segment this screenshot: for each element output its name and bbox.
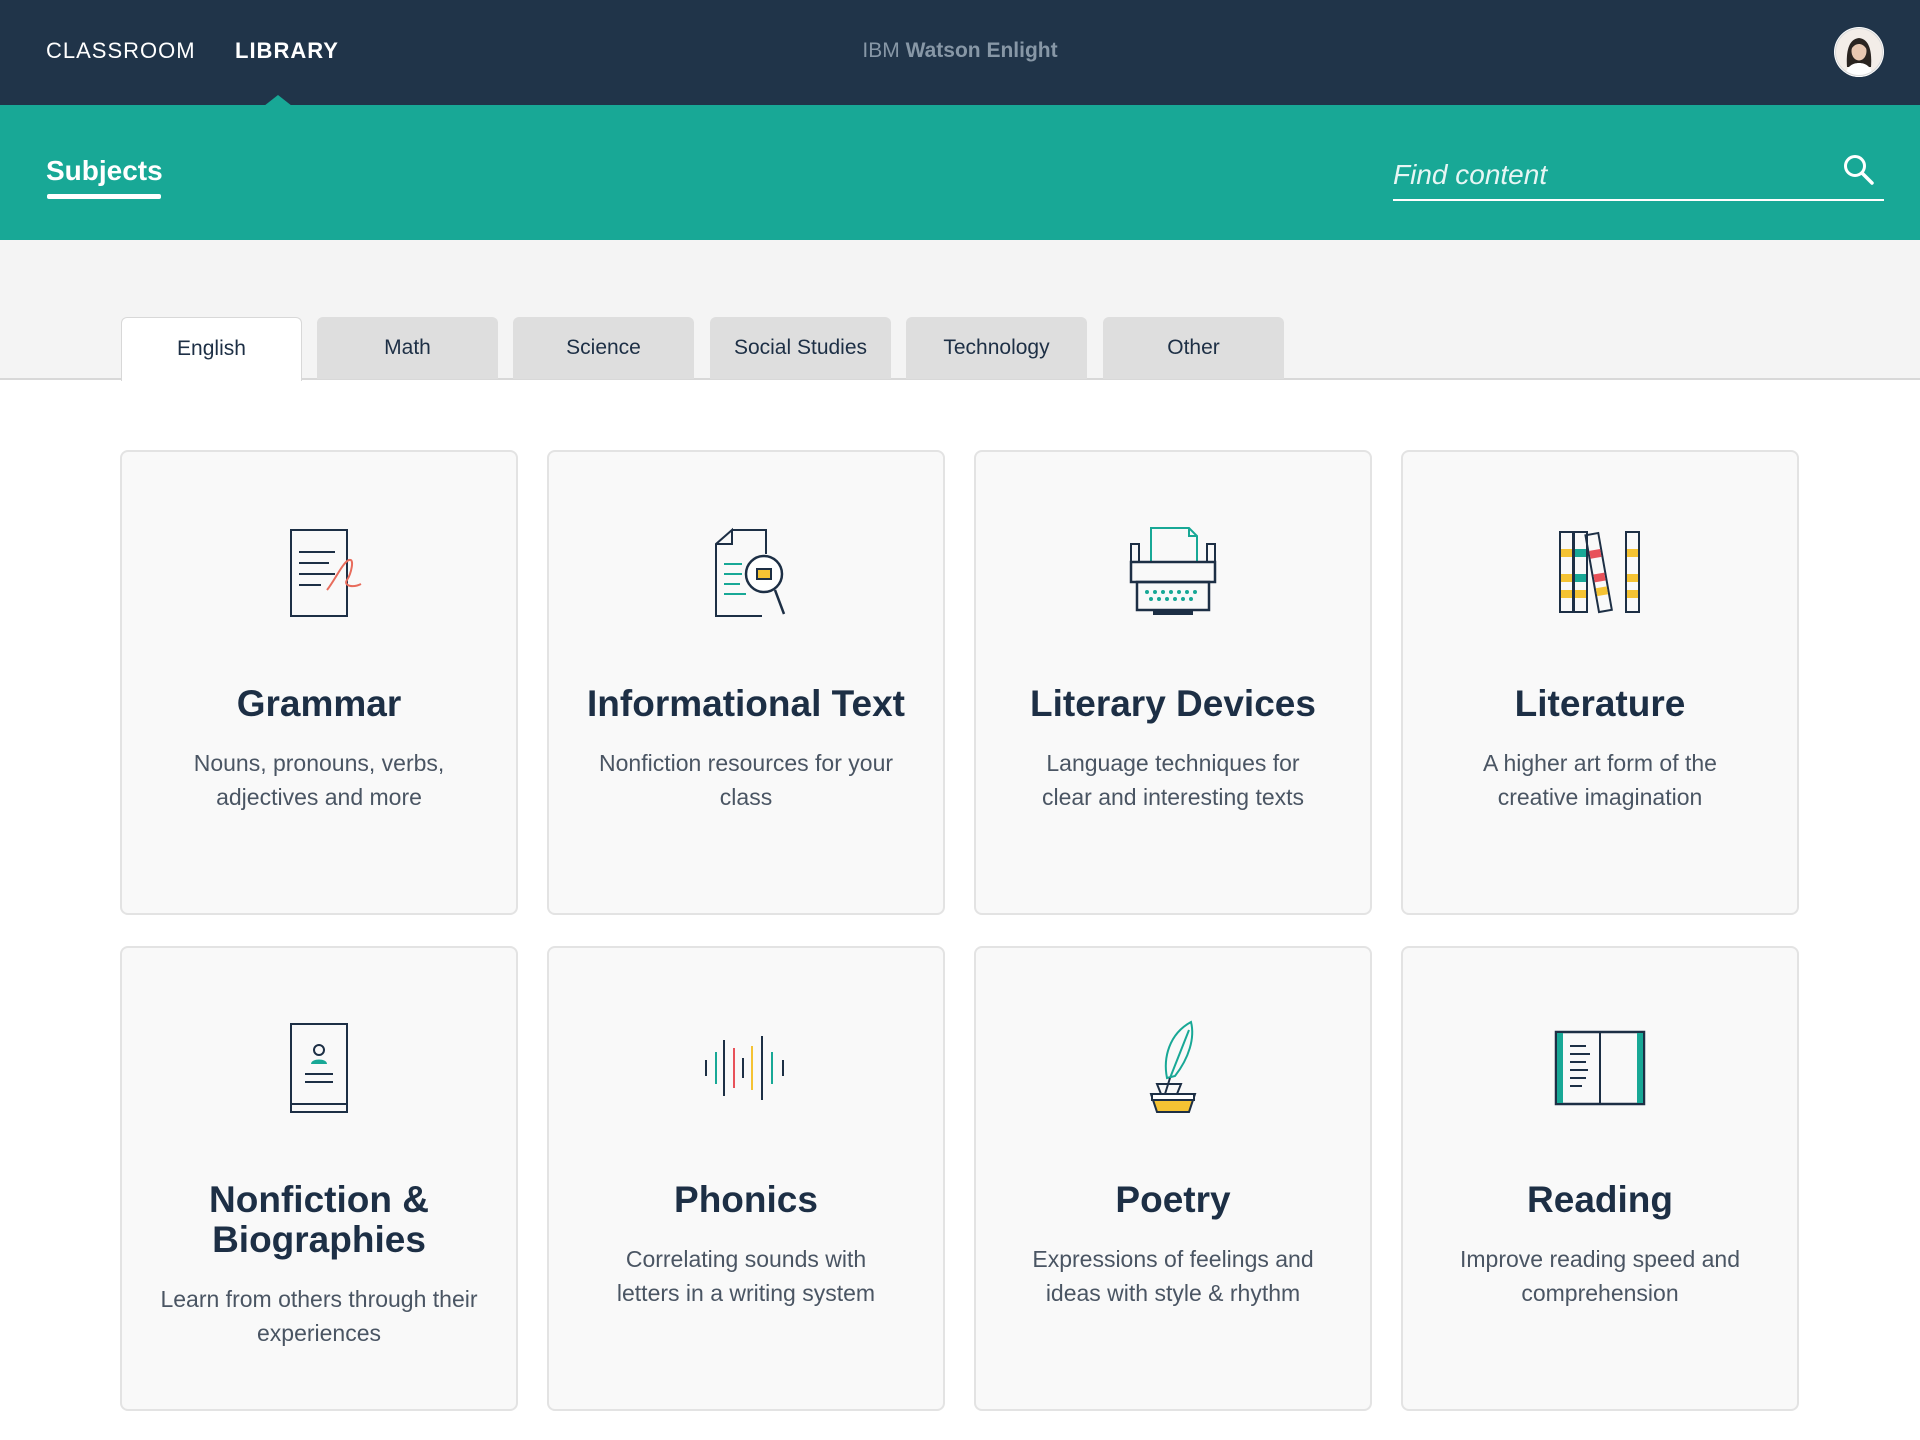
user-avatar[interactable] xyxy=(1834,27,1884,77)
typewriter-icon xyxy=(976,522,1370,622)
card-title: Nonfiction & Biographies xyxy=(209,1179,429,1260)
card-description: Correlating sounds with letters in a wri… xyxy=(616,1246,876,1306)
tab-technology[interactable]: Technology xyxy=(906,317,1087,379)
subject-card-phonics[interactable]: Phonics Correlating sounds with letters … xyxy=(547,946,945,1411)
subject-card-nonfiction-biographies[interactable]: Nonfiction & Biographies Learn from othe… xyxy=(120,946,518,1411)
subject-card-literature[interactable]: Literature A higher art form of the crea… xyxy=(1401,450,1799,915)
card-title: Grammar xyxy=(236,683,402,724)
card-description: Improve reading speed and comprehension xyxy=(1459,1246,1741,1306)
card-title: Literary Devices xyxy=(1030,683,1316,724)
subject-card-poetry[interactable]: Poetry Expressions of feelings and ideas… xyxy=(974,946,1372,1411)
card-description: A higher art form of the creative imagin… xyxy=(1483,750,1717,810)
search-input[interactable] xyxy=(1393,155,1833,195)
subject-card-grammar[interactable]: Grammar Nouns, pronouns, verbs, adjectiv… xyxy=(120,450,518,915)
tab-math[interactable]: Math xyxy=(317,317,498,379)
subject-card-literary-devices[interactable]: Literary Devices Language techniques for… xyxy=(974,450,1372,915)
card-description: Learn from others through their experien… xyxy=(160,1286,478,1346)
page-title-underline xyxy=(47,194,161,199)
open-book-icon xyxy=(1403,1018,1797,1118)
tab-science[interactable]: Science xyxy=(513,317,694,379)
card-description: Language techniques for clear and intere… xyxy=(1041,750,1305,810)
nav-classroom[interactable]: CLASSROOM xyxy=(46,38,196,64)
card-description: Nouns, pronouns, verbs, adjectives and m… xyxy=(193,750,445,810)
user-avatar-icon xyxy=(1835,28,1883,77)
brand-prefix: IBM xyxy=(862,39,900,62)
card-title: Phonics xyxy=(674,1179,818,1220)
subheader-bar: Subjects xyxy=(0,105,1920,240)
page-title: Subjects xyxy=(46,155,163,186)
books-icon xyxy=(1403,522,1797,622)
search-box xyxy=(1393,145,1884,201)
card-description: Nonfiction resources for your class xyxy=(599,750,894,810)
search-icon[interactable] xyxy=(1842,153,1876,187)
subject-card-reading[interactable]: Reading Improve reading speed and compre… xyxy=(1401,946,1799,1411)
card-description: Expressions of feelings and ideas with s… xyxy=(1032,1246,1314,1306)
tab-english[interactable]: English xyxy=(121,317,302,381)
brand-name: Watson Enlight xyxy=(905,39,1058,62)
tab-other[interactable]: Other xyxy=(1103,317,1284,379)
card-title: Informational Text xyxy=(587,683,905,724)
sound-wave-icon xyxy=(549,1018,943,1118)
biography-book-icon xyxy=(122,1018,516,1118)
document-signature-icon xyxy=(122,522,516,622)
card-title: Poetry xyxy=(1115,1179,1231,1220)
card-title: Reading xyxy=(1527,1179,1673,1220)
quill-ink-icon xyxy=(976,1018,1370,1118)
nav-library[interactable]: LIBRARY xyxy=(235,38,339,64)
document-magnifier-icon xyxy=(549,522,943,622)
subject-card-informational-text[interactable]: Informational Text Nonfiction resources … xyxy=(547,450,945,915)
card-title: Literature xyxy=(1514,683,1686,724)
tab-social-studies[interactable]: Social Studies xyxy=(710,317,891,379)
top-navigation-bar: CLASSROOM LIBRARY IBM Watson Enlight xyxy=(0,0,1920,106)
